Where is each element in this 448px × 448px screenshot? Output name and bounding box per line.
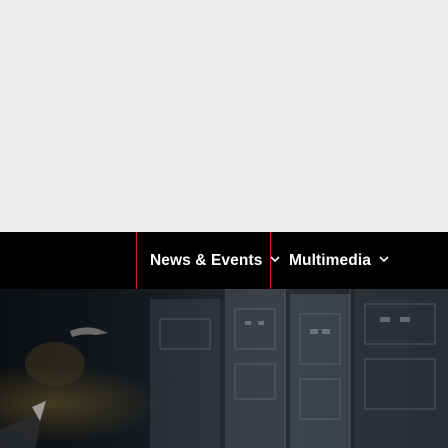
blank-area — [0, 0, 448, 232]
page: News & Events Multimedia — [0, 0, 448, 448]
nav-item-news-events[interactable]: News & Events — [136, 232, 281, 289]
spacecraft-interior-image — [0, 289, 448, 448]
nav-item-multimedia[interactable]: Multimedia — [289, 232, 448, 289]
hero-image — [0, 289, 448, 448]
chevron-down-icon — [270, 254, 281, 264]
nav-item-label: News & Events — [150, 251, 263, 269]
chevron-down-icon — [379, 254, 389, 264]
nav-item-label: Multimedia — [289, 251, 371, 269]
main-nav: News & Events Multimedia — [0, 232, 448, 289]
